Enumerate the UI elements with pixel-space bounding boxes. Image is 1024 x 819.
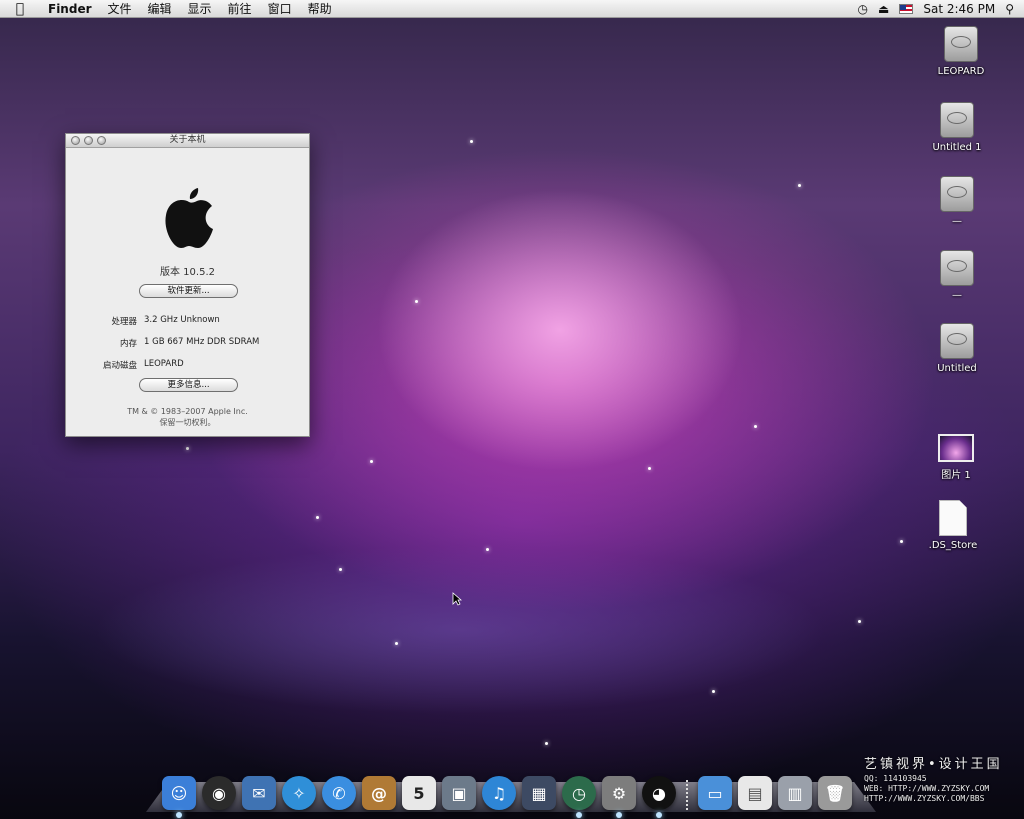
- startup-disk-value: LEOPARD: [144, 359, 184, 369]
- menu-extras: ◷ ⏏ Sat 2:46 PM ⚲: [858, 2, 1024, 16]
- memory-row: 内存 1 GB 667 MHz DDR SDRAM: [66, 337, 259, 349]
- os-version: 版本 10.5.2: [160, 267, 215, 278]
- hard-drive-icon: [940, 176, 974, 212]
- image-file-icon: [938, 434, 974, 462]
- rights-line: 保留一切权利。: [159, 418, 216, 427]
- memory-label: 内存: [119, 339, 137, 349]
- window-titlebar[interactable]: 关于本机: [66, 134, 309, 148]
- zoom-button[interactable]: [97, 136, 106, 145]
- menu-clock[interactable]: Sat 2:46 PM: [923, 2, 995, 16]
- system-preferences-icon[interactable]: ⚙: [602, 776, 636, 818]
- apple-menu-icon[interactable]: : [0, 1, 40, 17]
- watermark-web: WEB: HTTP://WWW.ZYZSKY.COM: [864, 784, 990, 793]
- dashboard-icon[interactable]: ◉: [202, 776, 236, 810]
- desktop-icon-untitled[interactable]: Untitled: [924, 323, 990, 374]
- menu-help[interactable]: 帮助: [300, 0, 340, 18]
- menu-bar:  Finder 文件 编辑 显示 前往 窗口 帮助 ◷ ⏏ Sat 2:46 …: [0, 0, 1024, 18]
- mouse-cursor-icon: [452, 592, 462, 606]
- spotlight-icon[interactable]: ⚲: [1005, 2, 1014, 16]
- desktop-icon-label: —: [952, 216, 962, 227]
- menu-file[interactable]: 文件: [100, 0, 140, 18]
- hard-drive-icon: [940, 250, 974, 286]
- hard-drive-icon: [940, 323, 974, 359]
- desktop-icon-untitled-1[interactable]: Untitled 1: [924, 102, 990, 153]
- menu-window[interactable]: 窗口: [260, 0, 300, 18]
- iphoto-icon[interactable]: ▣: [442, 776, 476, 810]
- watermark-qq: QQ: 114103945: [864, 774, 927, 783]
- processor-value: 3.2 GHz Unknown: [144, 315, 220, 325]
- desktop-icon-leopard[interactable]: LEOPARD: [928, 26, 994, 77]
- hard-drive-icon: [940, 102, 974, 138]
- desktop-icon-label: .DS_Store: [928, 540, 978, 551]
- running-indicator: [176, 812, 182, 818]
- menu-finder[interactable]: Finder: [40, 0, 100, 18]
- desktop-icon-label: —: [952, 290, 962, 301]
- menu-view[interactable]: 显示: [180, 0, 220, 18]
- menu-go[interactable]: 前往: [220, 0, 260, 18]
- desktop-icon-drive-4[interactable]: —: [924, 250, 990, 301]
- menu-edit[interactable]: 编辑: [140, 0, 180, 18]
- stack-icon[interactable]: ▥: [778, 776, 812, 810]
- copyright-line: TM & © 1983–2007 Apple Inc.: [127, 407, 248, 416]
- startup-disk-label: 启动磁盘: [102, 361, 137, 371]
- processor-row: 处理器 3.2 GHz Unknown: [66, 315, 220, 327]
- qq-icon[interactable]: ◕: [642, 776, 676, 818]
- time-machine-icon[interactable]: ◷: [562, 776, 596, 818]
- mail-icon[interactable]: ✉: [242, 776, 276, 810]
- eject-icon[interactable]: ⏏: [878, 2, 889, 16]
- document-file-icon: [939, 500, 967, 536]
- desktop-icon-drive-3[interactable]: —: [924, 176, 990, 227]
- desktop-icon-ds-store[interactable]: .DS_Store: [920, 500, 986, 551]
- time-machine-icon[interactable]: ◷: [858, 2, 868, 16]
- trash-icon[interactable]: 🗑: [818, 776, 852, 810]
- desktop-icon-label: LEOPARD: [937, 66, 985, 77]
- address-book-icon[interactable]: @: [362, 776, 396, 810]
- more-info-button[interactable]: 更多信息...: [139, 378, 238, 392]
- ical-icon[interactable]: 5: [402, 776, 436, 810]
- running-indicator: [656, 812, 662, 818]
- itunes-icon[interactable]: ♫: [482, 776, 516, 810]
- desktop-icon-picture-1[interactable]: 图片 1: [923, 434, 989, 481]
- desktop-icon-label: Untitled: [937, 363, 977, 374]
- watermark: 艺镇视界•设计王国 QQ: 114103945 WEB: HTTP://WWW.…: [864, 756, 1020, 804]
- software-update-button[interactable]: 软件更新...: [139, 284, 238, 298]
- running-indicator: [576, 812, 582, 818]
- folder-icon[interactable]: ▭: [698, 776, 732, 810]
- us-flag-icon[interactable]: [899, 3, 914, 14]
- dock: ☺ ◉ ✉ ✧ ✆ @ 5 ▣ ♫ ▦ ◷ ⚙ ◕ ▭ ▤ ▥ 🗑: [162, 766, 852, 818]
- running-indicator: [616, 812, 622, 818]
- close-button[interactable]: [71, 136, 80, 145]
- hard-drive-icon: [944, 26, 978, 62]
- memory-value: 1 GB 667 MHz DDR SDRAM: [144, 337, 260, 347]
- watermark-bbs: HTTP://WWW.ZYZSKY.COM/BBS: [864, 794, 985, 803]
- desktop-icon-label: Untitled 1: [932, 142, 982, 153]
- processor-label: 处理器: [111, 317, 137, 327]
- document-icon[interactable]: ▤: [738, 776, 772, 810]
- watermark-title: 艺镇视界•设计王国: [864, 757, 1003, 772]
- about-this-mac-window: 关于本机 版本 10.5.2 软件更新... 处理器 3.2 GHz Unkno…: [65, 133, 310, 437]
- apple-logo-icon: [165, 188, 213, 248]
- ichat-icon[interactable]: ✆: [322, 776, 356, 810]
- finder-icon[interactable]: ☺: [162, 776, 196, 818]
- safari-icon[interactable]: ✧: [282, 776, 316, 810]
- spaces-icon[interactable]: ▦: [522, 776, 556, 810]
- dock-separator: [686, 780, 688, 810]
- startup-disk-row: 启动磁盘 LEOPARD: [66, 359, 184, 371]
- window-title: 关于本机: [169, 135, 206, 145]
- desktop-icon-label: 图片 1: [941, 470, 971, 481]
- minimize-button[interactable]: [84, 136, 93, 145]
